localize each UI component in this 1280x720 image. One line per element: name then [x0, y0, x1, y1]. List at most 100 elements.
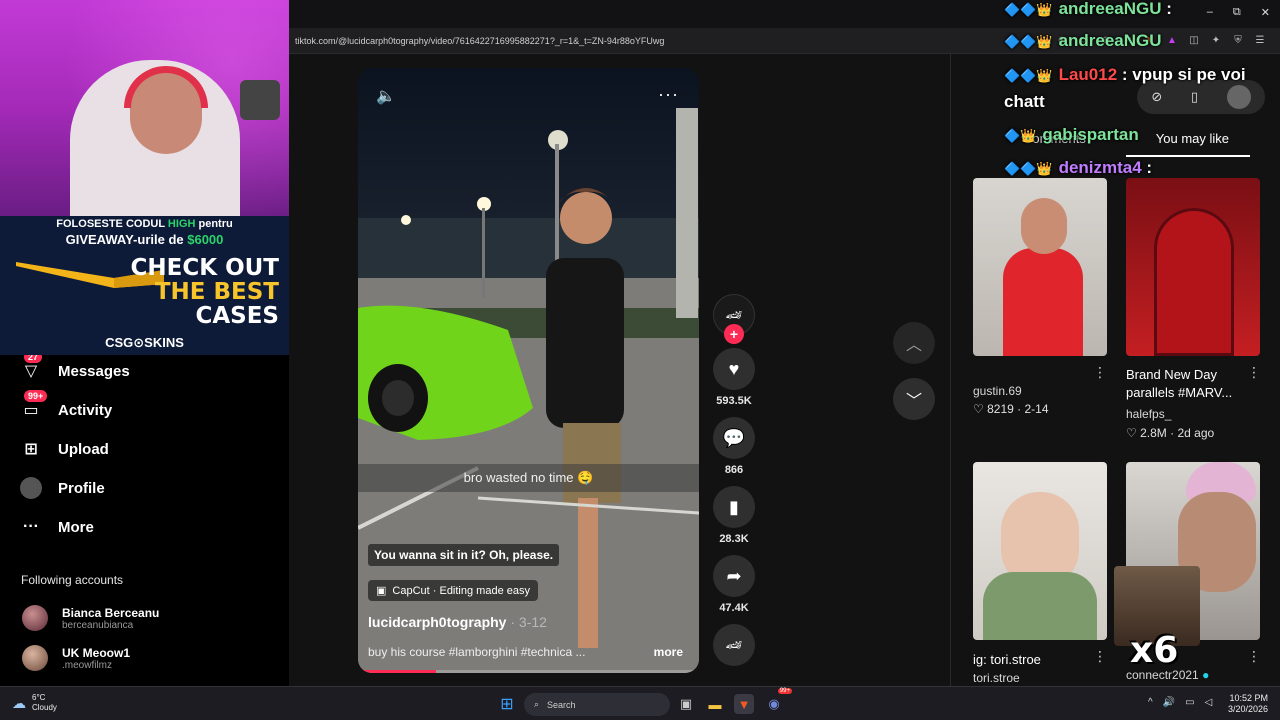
left-sidebar: ▽ 27 Messages ▭ 99+ Activity ⊞ Upload Prof…: [0, 351, 289, 686]
card-user[interactable]: tori.stroe: [973, 671, 1020, 685]
taskbar-search[interactable]: ⌕ Search: [524, 693, 670, 716]
capcut-link[interactable]: ▣ CapCut · Editing made easy: [368, 580, 538, 601]
minimize-button[interactable]: –: [1207, 6, 1213, 19]
sidebar-item-label: Messages: [58, 362, 130, 380]
monitor-icon[interactable]: ▭: [1185, 697, 1194, 708]
previous-video-button[interactable]: ︿: [893, 322, 935, 364]
promo-text: GIVEAWAY-urile de: [65, 232, 188, 247]
speaker-icon[interactable]: ◁: [1205, 697, 1213, 708]
sound-disc[interactable]: 🏎: [713, 624, 755, 666]
chevron-up-icon[interactable]: ^: [1148, 697, 1153, 708]
author-name[interactable]: lucidcarph0tography: [368, 614, 506, 630]
maximize-button[interactable]: ⧉: [1233, 6, 1241, 19]
phone-icon[interactable]: ▯: [1191, 89, 1198, 105]
menu-icon[interactable]: ☰: [1254, 35, 1266, 46]
card-thumbnail: [1003, 248, 1083, 356]
chat-message: 🔷👑 gabispartan: [1004, 125, 1139, 145]
video-player[interactable]: 🔈 ··· bro wasted no time 🤤 You wanna sit…: [358, 68, 699, 673]
following-account[interactable]: UK Meoow1 .meowfilmz: [22, 645, 130, 671]
video-progress-bar[interactable]: [358, 670, 699, 673]
weather-widget[interactable]: ☁ 6°C Cloudy: [12, 693, 57, 713]
chat-badges-icon: 🔷🔷👑: [1004, 68, 1053, 83]
chat-message-continued: chatt: [1004, 92, 1045, 112]
sidebar-item-upload[interactable]: ⊞ Upload: [20, 438, 109, 460]
tab-underline: [1126, 155, 1250, 157]
share-button[interactable]: ➦: [713, 555, 755, 597]
sidebar-item-more[interactable]: ··· More: [20, 516, 94, 538]
like-button[interactable]: ♥: [713, 348, 755, 390]
close-button[interactable]: ✕: [1261, 6, 1270, 19]
share-count: 47.4K: [719, 602, 749, 614]
capcut-label: CapCut · Editing made easy: [392, 584, 530, 597]
sidebar-toggle-icon[interactable]: ◫: [1188, 35, 1200, 46]
compass-icon[interactable]: ⊘: [1151, 89, 1162, 105]
video-author[interactable]: lucidcarph0tography · 3-12: [368, 614, 547, 630]
messages-icon: ▽ 27: [20, 351, 43, 382]
extensions-icon[interactable]: ✦: [1210, 35, 1222, 46]
comment-button[interactable]: 💬: [713, 417, 755, 459]
video-card[interactable]: [1126, 178, 1260, 356]
card-menu-icon[interactable]: ⋮: [1093, 364, 1107, 381]
file-explorer-icon[interactable]: ▬: [705, 694, 725, 714]
card-menu-icon[interactable]: ⋮: [1093, 648, 1107, 665]
card-title[interactable]: ig: tori.stroe: [973, 651, 1103, 669]
task-view-icon[interactable]: ▣: [676, 694, 696, 714]
card-stats: ♡ 2.8M · 2d ago: [1126, 426, 1215, 440]
card-likes: 8219: [987, 402, 1014, 416]
chat-username: denizmta4: [1058, 158, 1142, 177]
video-description: buy his course #lamborghini #technica ..…: [368, 645, 586, 659]
streamer-webcam: [0, 0, 289, 216]
progress-fill: [358, 670, 437, 673]
sidebar-item-label: Profile: [58, 479, 105, 497]
account-handle: berceanubianca: [62, 619, 134, 631]
start-button[interactable]: ⊞: [497, 694, 517, 714]
more-dots-icon: ···: [23, 518, 39, 535]
sidebar-item-label: Upload: [58, 440, 109, 458]
tab-you-may-like[interactable]: You may like: [1156, 131, 1253, 146]
volume-icon[interactable]: 🔊: [1163, 697, 1175, 708]
chat-badges-icon: 🔷🔷👑: [1004, 2, 1053, 17]
action-rail: 🏎 + ♥ 593.5K 💬 866 ▮ 28.3K ➦ 47.4K 🏎: [712, 294, 756, 666]
promo-line-1: FOLOSESTE CODUL HIGH pentru: [0, 216, 289, 232]
more-link[interactable]: more: [654, 645, 683, 659]
card-date: 2d ago: [1177, 426, 1215, 440]
card-user[interactable]: halefps_: [1126, 407, 1171, 421]
url-text[interactable]: tiktok.com/@lucidcarph0tography/video/76…: [289, 36, 664, 46]
promo-amount: $6000: [187, 232, 224, 247]
chat-username: Lau012: [1058, 65, 1118, 84]
card-menu-icon[interactable]: ⋮: [1247, 648, 1261, 665]
user-avatar-icon[interactable]: [1226, 85, 1251, 109]
vpn-icon[interactable]: ⛨: [1232, 35, 1244, 46]
chat-username: andreeaNGU: [1058, 31, 1162, 50]
card-user[interactable]: gustin.69: [973, 384, 1022, 398]
video-card[interactable]: [973, 178, 1107, 356]
save-button[interactable]: ▮: [713, 486, 755, 528]
video-caption: bro wasted no time 🤤: [358, 464, 699, 492]
weather-temp: 6°C: [32, 693, 46, 702]
next-video-button[interactable]: ﹀: [893, 378, 935, 420]
video-card[interactable]: [973, 462, 1107, 640]
follow-plus-icon[interactable]: +: [724, 324, 744, 344]
clock-time: 10:52 PM: [1229, 693, 1268, 703]
brave-browser-icon[interactable]: ▼: [734, 694, 754, 714]
sidebar-item-label: Activity: [58, 401, 113, 419]
card-title[interactable]: Brand New Day parallels #MARV...: [1126, 366, 1256, 402]
sidebar-item-profile[interactable]: Profile: [20, 477, 105, 499]
sidebar-item-messages[interactable]: ▽ 27 Messages: [20, 351, 130, 382]
sidebar-item-activity[interactable]: ▭ 99+ Activity: [20, 390, 113, 421]
discord-icon[interactable]: ◉ 99+: [764, 688, 792, 714]
capcut-icon: ▣: [376, 585, 387, 597]
clock[interactable]: 10:52 PM 3/20/2026: [1228, 693, 1268, 715]
rewards-icon[interactable]: ▲: [1166, 35, 1178, 46]
heart-outline-icon: ♡: [973, 402, 984, 416]
more-options-icon[interactable]: ···: [658, 84, 679, 105]
following-account[interactable]: Bianca Berceanu berceanubianca: [22, 605, 159, 631]
volume-icon[interactable]: 🔈: [376, 86, 396, 106]
card-menu-icon[interactable]: ⋮: [1247, 364, 1261, 381]
window-controls: – ⧉ ✕: [1207, 6, 1270, 19]
chat-text: chatt: [1004, 92, 1045, 111]
chat-text: :: [1161, 0, 1172, 18]
following-accounts-title: Following accounts: [21, 573, 124, 587]
chevron-down-icon: ﹀: [905, 393, 922, 410]
chat-username: andreeaNGU: [1058, 0, 1162, 18]
